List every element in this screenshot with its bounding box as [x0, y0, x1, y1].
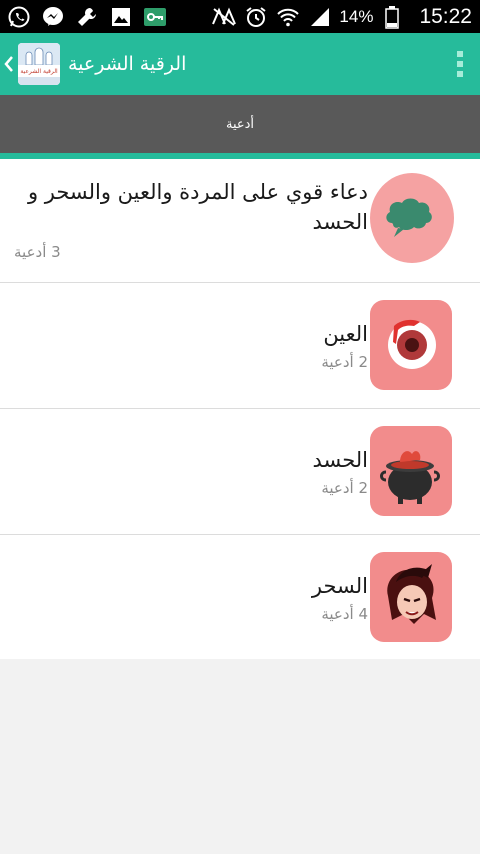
whatsapp-icon	[6, 4, 32, 30]
logo-caption: الرقية الشرعية	[20, 68, 58, 75]
clock: 15:22	[419, 4, 472, 28]
wifi-icon	[275, 4, 301, 30]
cauldron-icon	[370, 426, 452, 516]
item-count: 2 أدعية	[321, 479, 368, 497]
item-count: 3 أدعية	[14, 243, 61, 261]
vpn-key-icon	[142, 4, 168, 30]
item-title: السحر	[311, 574, 368, 598]
dua-list: دعاء قوي على المردة والعين والسحر و الحس…	[0, 159, 480, 661]
item-title: الحسد	[312, 448, 368, 472]
status-bar: 14% 15:22	[0, 0, 480, 33]
tab-bar: أدعية	[0, 95, 480, 153]
battery-icon	[379, 4, 405, 30]
battery-percent: 14%	[339, 6, 374, 26]
list-item[interactable]: الحسد 2 أدعية	[0, 409, 480, 535]
item-count: 2 أدعية	[321, 353, 368, 371]
list-item[interactable]: دعاء قوي على المردة والعين والسحر و الحس…	[0, 159, 480, 283]
app-bar: الرقية الشرعية الرقية الشرعية	[0, 33, 480, 95]
empty-area	[0, 659, 480, 854]
item-title: دعاء قوي على المردة والعين والسحر و الحس…	[27, 180, 368, 234]
chat-bubble-icon	[370, 173, 454, 263]
messenger-icon	[40, 4, 66, 30]
back-arrow-icon[interactable]	[2, 33, 16, 95]
no-signal-icon	[211, 4, 237, 30]
item-count: 4 أدعية	[321, 605, 368, 623]
app-title: الرقية الشرعية	[68, 53, 187, 75]
item-title: العين	[323, 322, 368, 346]
app-logo[interactable]: الرقية الشرعية	[18, 43, 60, 85]
tab-adiya[interactable]: أدعية	[226, 117, 254, 132]
screen: 14% 15:22 الرقية الشرعية الرقية الشرعية	[0, 0, 480, 854]
witch-icon	[370, 552, 452, 642]
overflow-menu-icon[interactable]	[440, 33, 480, 95]
list-item[interactable]: العين 2 أدعية	[0, 283, 480, 409]
alarm-icon	[243, 4, 269, 30]
list-item[interactable]: السحر 4 أدعية	[0, 535, 480, 661]
evil-eye-icon	[370, 300, 452, 390]
image-icon	[108, 4, 134, 30]
cell-signal-icon	[307, 4, 333, 30]
wrench-icon	[74, 4, 100, 30]
